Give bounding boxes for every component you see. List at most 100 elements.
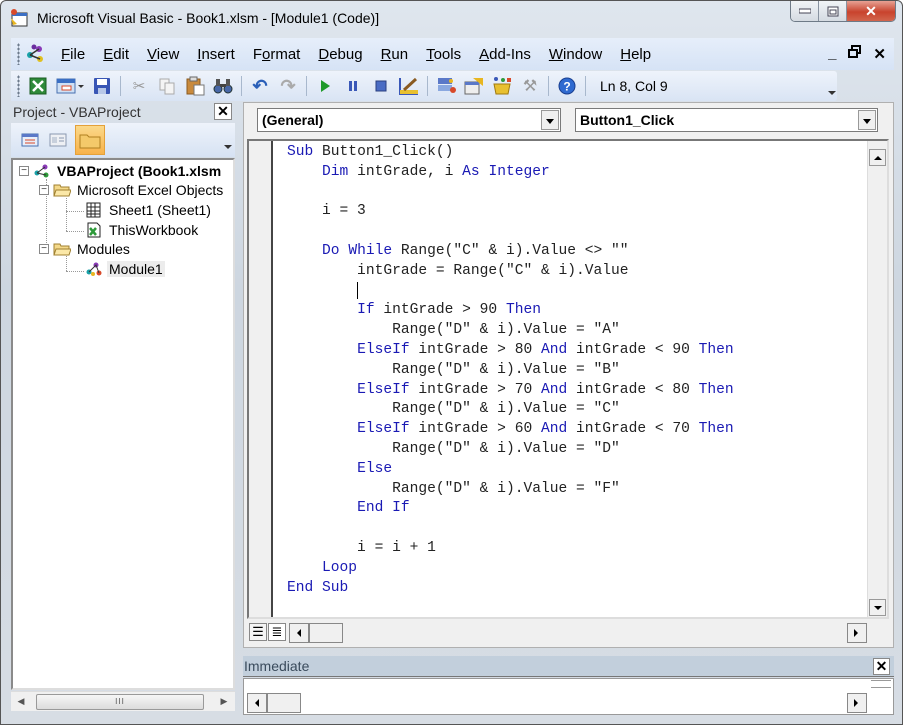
code-line[interactable]: Sub Button1_Click() xyxy=(287,143,734,163)
splitter-handle[interactable] xyxy=(871,680,891,688)
minimize-button[interactable] xyxy=(791,1,819,21)
project-toolbar-options-button[interactable] xyxy=(223,127,233,153)
mdi-minimize-button[interactable]: _ xyxy=(828,45,836,63)
maximize-button[interactable] xyxy=(819,1,847,21)
code-line[interactable]: i = 3 xyxy=(287,202,734,222)
mdi-restore-button[interactable] xyxy=(848,45,862,63)
project-explorer-icon[interactable] xyxy=(435,75,457,97)
reset-icon[interactable] xyxy=(370,75,392,97)
tree-node-vbaproject[interactable]: − VBAProject (Book1.xlsm xyxy=(19,163,223,179)
collapse-toggle[interactable]: − xyxy=(19,166,29,176)
scroll-thumb[interactable]: III xyxy=(36,694,204,710)
project-explorer-close-button[interactable]: ✕ xyxy=(214,103,232,120)
code-line[interactable]: Range("D" & i).Value = "D" xyxy=(287,440,734,460)
properties-icon[interactable] xyxy=(463,75,485,97)
cut-icon[interactable]: ✂ xyxy=(128,75,150,97)
paste-icon[interactable] xyxy=(184,75,206,97)
toolbar-grip[interactable] xyxy=(17,75,20,97)
code-text[interactable]: Sub Button1_Click() Dim intGrade, i As I… xyxy=(287,143,734,598)
scroll-right-button[interactable] xyxy=(847,693,867,713)
code-line[interactable]: intGrade = Range("C" & i).Value xyxy=(287,262,734,282)
code-line[interactable]: End Sub xyxy=(287,579,734,599)
break-icon[interactable] xyxy=(342,75,364,97)
code-line[interactable]: Range("D" & i).Value = "F" xyxy=(287,480,734,500)
dropdown-arrow-icon[interactable] xyxy=(858,110,876,130)
tree-node-excel-objects[interactable]: − Microsoft Excel Objects xyxy=(39,182,225,198)
menu-insert[interactable]: Insert xyxy=(188,46,244,63)
menu-window[interactable]: Window xyxy=(540,46,611,63)
collapse-toggle[interactable]: − xyxy=(39,185,49,195)
menu-grip[interactable] xyxy=(17,43,20,65)
menu-file[interactable]: File xyxy=(52,46,94,63)
scroll-down-button[interactable] xyxy=(869,599,886,616)
scroll-right-button[interactable] xyxy=(847,623,867,643)
scroll-up-button[interactable] xyxy=(869,149,886,166)
menu-add-ins[interactable]: Add-Ins xyxy=(470,46,540,63)
toolbox-icon[interactable]: ⚒ xyxy=(519,75,541,97)
procedure-view-button[interactable]: ☰ xyxy=(249,623,267,641)
code-line[interactable] xyxy=(287,281,734,302)
menu-run[interactable]: Run xyxy=(372,46,418,63)
view-object-button[interactable] xyxy=(47,130,69,150)
mdi-close-button[interactable]: ✕ xyxy=(873,45,886,63)
code-line[interactable]: ElseIf intGrade > 60 And intGrade < 70 T… xyxy=(287,420,734,440)
code-line[interactable]: i = i + 1 xyxy=(287,539,734,559)
view-code-button[interactable] xyxy=(19,130,41,150)
procedure-dropdown[interactable]: Button1_Click xyxy=(575,108,878,132)
menu-view[interactable]: View xyxy=(138,46,188,63)
code-line[interactable]: Do While Range("C" & i).Value <> "" xyxy=(287,242,734,262)
horizontal-scroll-thumb[interactable] xyxy=(309,623,343,643)
code-line[interactable]: Range("D" & i).Value = "B" xyxy=(287,361,734,381)
close-button[interactable]: ✕ xyxy=(847,1,895,21)
help-icon[interactable]: ? xyxy=(556,75,578,97)
code-line[interactable]: ElseIf intGrade > 80 And intGrade < 90 T… xyxy=(287,341,734,361)
redo-icon[interactable]: ↷ xyxy=(277,75,299,97)
tree-node-module1[interactable]: Module1 xyxy=(85,261,165,277)
code-editor[interactable]: Sub Button1_Click() Dim intGrade, i As I… xyxy=(247,139,889,619)
project-horizontal-scrollbar[interactable]: ◀ III ▶ xyxy=(11,691,235,711)
toggle-folders-button[interactable] xyxy=(75,125,105,155)
dropdown-arrow-icon[interactable] xyxy=(541,110,559,130)
code-line[interactable]: Loop xyxy=(287,559,734,579)
scroll-left-button[interactable] xyxy=(289,623,309,643)
code-line[interactable]: End If xyxy=(287,499,734,519)
menu-help[interactable]: Help xyxy=(611,46,660,63)
collapse-toggle[interactable]: − xyxy=(39,244,49,254)
menu-tools[interactable]: Tools xyxy=(417,46,470,63)
menu-edit[interactable]: Edit xyxy=(94,46,138,63)
code-line[interactable]: Range("D" & i).Value = "A" xyxy=(287,321,734,341)
immediate-close-button[interactable]: ✕ xyxy=(873,658,890,675)
margin-indicator-bar[interactable] xyxy=(249,141,273,617)
scroll-left-button[interactable] xyxy=(247,693,267,713)
immediate-window[interactable] xyxy=(243,678,894,715)
horizontal-scroll-thumb[interactable] xyxy=(267,693,301,713)
tree-node-thisworkbook[interactable]: ThisWorkbook xyxy=(85,222,200,238)
full-module-view-button[interactable]: ≣ xyxy=(268,623,286,641)
code-line[interactable] xyxy=(287,519,734,539)
code-line[interactable]: ElseIf intGrade > 70 And intGrade < 80 T… xyxy=(287,381,734,401)
code-line[interactable]: Dim intGrade, i As Integer xyxy=(287,163,734,183)
undo-icon[interactable]: ↶ xyxy=(249,75,271,97)
object-browser-icon[interactable] xyxy=(491,75,513,97)
object-dropdown[interactable]: (General) xyxy=(257,108,561,132)
run-icon[interactable] xyxy=(314,75,336,97)
code-line[interactable] xyxy=(287,222,734,242)
code-line[interactable] xyxy=(287,183,734,203)
code-line[interactable]: Else xyxy=(287,460,734,480)
copy-icon[interactable] xyxy=(156,75,178,97)
toolbar-options-button[interactable] xyxy=(827,73,837,99)
design-mode-icon[interactable] xyxy=(398,75,420,97)
find-icon[interactable] xyxy=(212,75,234,97)
tree-node-modules[interactable]: − Modules xyxy=(39,241,132,257)
code-line[interactable]: Range("D" & i).Value = "C" xyxy=(287,400,734,420)
scroll-right-icon[interactable]: ▶ xyxy=(218,696,230,708)
code-vertical-scrollbar[interactable] xyxy=(867,141,887,617)
view-excel-icon[interactable] xyxy=(27,75,49,97)
code-line[interactable]: If intGrade > 90 Then xyxy=(287,301,734,321)
insert-userform-icon[interactable] xyxy=(55,75,85,97)
menu-debug[interactable]: Debug xyxy=(309,46,371,63)
tree-node-sheet1[interactable]: Sheet1 (Sheet1) xyxy=(85,202,213,218)
scroll-left-icon[interactable]: ◀ xyxy=(15,696,27,708)
save-icon[interactable] xyxy=(91,75,113,97)
menu-format[interactable]: Format xyxy=(244,46,310,63)
